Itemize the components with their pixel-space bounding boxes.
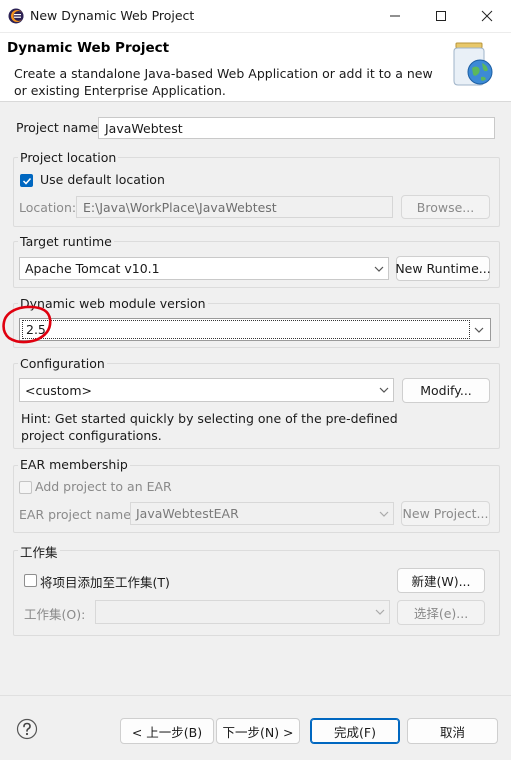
ear-project-name-label: EAR project name:	[19, 507, 136, 522]
chevron-down-icon	[370, 266, 388, 272]
wizard-description: Create a standalone Java-based Web Appli…	[14, 66, 433, 98]
configuration-value: <custom>	[25, 382, 92, 398]
use-default-location-label: Use default location	[40, 172, 165, 187]
ear-membership-title: EAR membership	[18, 457, 130, 472]
module-version-select[interactable]: 2.5	[19, 318, 491, 341]
footer-separator	[0, 695, 511, 696]
help-question-icon[interactable]	[16, 718, 38, 740]
location-input[interactable]: E:\Java\WorkPlace\JavaWebtest	[76, 196, 393, 218]
ear-project-value: JavaWebtestEAR	[136, 506, 239, 521]
chevron-down-icon	[375, 387, 393, 393]
use-default-location-checkbox[interactable]	[20, 174, 33, 187]
module-version-value: 2.5	[22, 320, 470, 339]
project-name-input[interactable]: JavaWebtest	[98, 117, 495, 139]
window-title: New Dynamic Web Project	[30, 8, 195, 23]
web-project-globe-icon	[446, 39, 498, 91]
configuration-hint: Hint: Get started quickly by selecting o…	[21, 411, 398, 443]
modify-button[interactable]: Modify...	[402, 378, 490, 403]
chevron-down-icon	[371, 609, 389, 615]
select-working-set-button[interactable]: 选择(e)...	[397, 600, 485, 625]
checkmark-icon	[22, 177, 31, 185]
chevron-down-icon	[470, 327, 488, 333]
eclipse-icon	[8, 8, 24, 24]
new-working-set-button[interactable]: 新建(W)...	[397, 568, 485, 593]
new-ear-project-button[interactable]: New Project...	[401, 501, 490, 526]
minimize-button[interactable]	[372, 0, 418, 32]
back-button[interactable]: < 上一步(B)	[120, 718, 214, 744]
ear-project-select[interactable]: JavaWebtestEAR	[130, 502, 394, 525]
target-runtime-title: Target runtime	[18, 234, 114, 249]
module-version-title: Dynamic web module version	[18, 296, 208, 311]
browse-button[interactable]: Browse...	[401, 195, 490, 219]
working-set-select[interactable]	[95, 600, 390, 624]
add-to-ear-checkbox[interactable]	[19, 481, 32, 494]
close-button[interactable]	[464, 0, 510, 32]
location-label: Location:	[19, 200, 77, 215]
project-name-label: Project name:	[16, 120, 103, 135]
working-set-title: 工作集	[18, 542, 60, 561]
maximize-button[interactable]	[418, 0, 464, 32]
new-runtime-button[interactable]: New Runtime...	[395, 256, 491, 281]
finish-button[interactable]: 完成(F)	[310, 718, 400, 744]
minimize-icon	[390, 15, 400, 17]
cancel-button[interactable]: 取消	[407, 718, 498, 744]
add-to-working-set-checkbox[interactable]	[24, 574, 37, 587]
project-location-title: Project location	[18, 150, 119, 165]
maximize-icon	[436, 11, 446, 21]
configuration-select[interactable]: <custom>	[19, 378, 394, 402]
working-set-label: 工作集(O):	[24, 607, 86, 622]
add-to-working-set-label: 将项目添加至工作集(T)	[40, 575, 170, 590]
wizard-title: Dynamic Web Project	[7, 40, 170, 56]
target-runtime-select[interactable]: Apache Tomcat v10.1	[19, 257, 389, 280]
add-to-ear-label: Add project to an EAR	[35, 479, 172, 494]
chevron-down-icon	[375, 511, 393, 517]
close-icon	[481, 10, 493, 22]
target-runtime-value: Apache Tomcat v10.1	[25, 261, 160, 276]
next-button[interactable]: 下一步(N) >	[216, 718, 300, 744]
configuration-title: Configuration	[18, 356, 107, 371]
